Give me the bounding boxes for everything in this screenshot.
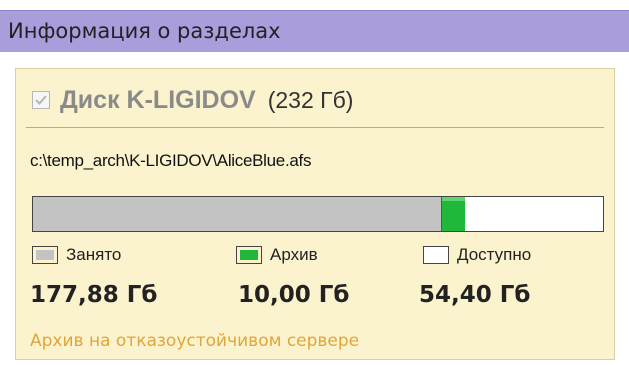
status-text: Архив на отказоустойчивом сервере [30,331,360,351]
window-title: Информация о разделах [8,19,281,43]
available-swatch-icon [423,246,449,264]
archive-value: 10,00 Гб [238,282,350,308]
header-divider [26,127,604,128]
window-titlebar: Информация о разделах [0,10,629,52]
archive-swatch-icon [236,246,262,264]
occupied-swatch-icon [32,246,58,264]
legend-occupied: Занято [32,245,121,265]
usage-bar-occupied [33,197,443,231]
legend-available-label: Доступно [457,245,532,264]
legend-available: Доступно [423,245,531,265]
checkmark-icon [35,95,47,105]
disk-name: Диск K-LIGIDOV [60,85,256,114]
archive-path: c:\temp_arch\K-LIGIDOV\AliceBlue.afs [30,151,312,170]
partition-info-window: Информация о разделах Диск K-LIGIDOV (23… [0,0,629,365]
disk-info-panel: Диск K-LIGIDOV (232 Гб) c:\temp_arch\K-L… [15,68,615,360]
disk-size: (232 Гб) [267,86,354,113]
legend-occupied-label: Занято [66,245,122,264]
available-value: 54,40 Гб [419,282,531,308]
legend-archive: Архив [236,245,318,265]
usage-bar-archive [442,197,466,231]
disk-header: Диск K-LIGIDOV (232 Гб) [32,83,353,117]
disk-checkbox[interactable] [32,91,50,109]
usage-bar [32,196,604,232]
legend-archive-label: Архив [270,245,318,264]
occupied-value: 177,88 Гб [30,282,158,308]
